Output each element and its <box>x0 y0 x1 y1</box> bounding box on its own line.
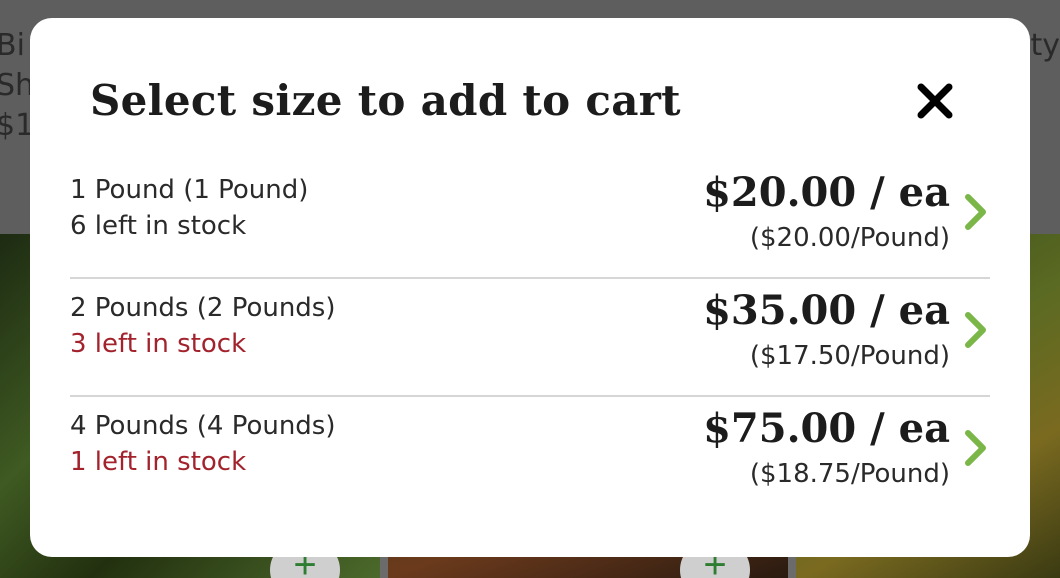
option-unit-price: ($17.50/Pound) <box>749 341 950 371</box>
size-select-modal: Select size to add to cart 1 Pound (1 Po… <box>30 18 1030 557</box>
option-name: 2 Pounds (2 Pounds) <box>70 293 336 323</box>
option-price: $20.00 / ea <box>703 169 950 216</box>
size-option-4-pounds[interactable]: 4 Pounds (4 Pounds) 1 left in stock $75.… <box>70 397 990 515</box>
option-stock: 3 left in stock <box>70 329 247 359</box>
chevron-right-icon <box>962 309 990 351</box>
option-price: $75.00 / ea <box>703 405 950 452</box>
modal-title: Select size to add to cart <box>90 76 681 125</box>
option-unit-price: ($20.00/Pound) <box>749 223 950 253</box>
option-name: 4 Pounds (4 Pounds) <box>70 411 336 441</box>
close-button[interactable] <box>914 80 956 122</box>
chevron-right-icon <box>962 427 990 469</box>
option-name: 1 Pound (1 Pound) <box>70 175 309 205</box>
option-stock: 6 left in stock <box>70 211 247 241</box>
size-options-list: 1 Pound (1 Pound) 6 left in stock $20.00… <box>70 161 990 515</box>
size-option-2-pounds[interactable]: 2 Pounds (2 Pounds) 3 left in stock $35.… <box>70 279 990 397</box>
option-unit-price: ($18.75/Pound) <box>749 459 950 489</box>
size-option-1-pound[interactable]: 1 Pound (1 Pound) 6 left in stock $20.00… <box>70 161 990 279</box>
chevron-right-icon <box>962 191 990 233</box>
option-price: $35.00 / ea <box>703 287 950 334</box>
option-stock: 1 left in stock <box>70 447 247 477</box>
close-icon <box>917 83 953 119</box>
